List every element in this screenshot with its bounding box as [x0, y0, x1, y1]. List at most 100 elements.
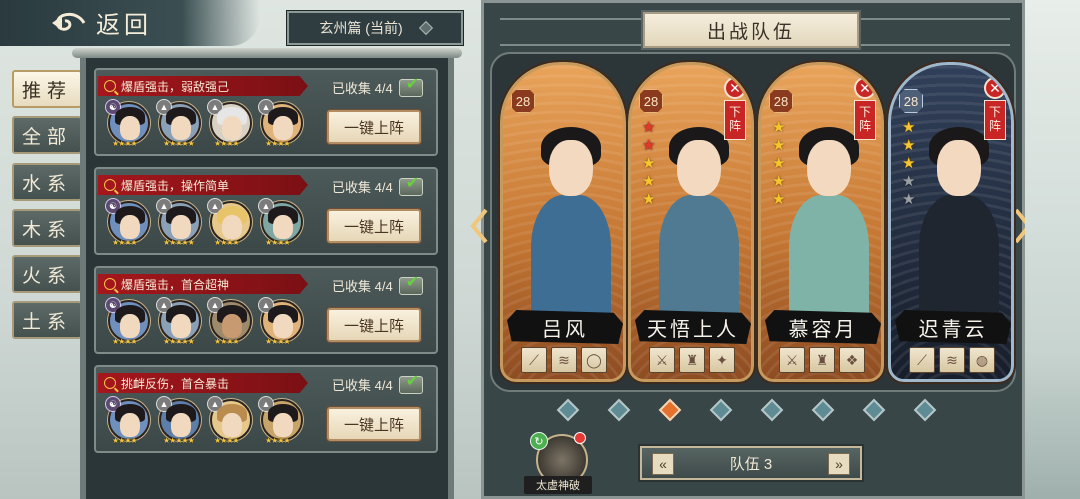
hero-card-murongyue[interactable]: 28 ★ ★ ★ ★ ★ ✕ 下阵 慕容月 ⚔ ♜ ❖ [756, 60, 886, 384]
page-dot[interactable] [607, 398, 631, 422]
hero-avatar[interactable]: ▲ ★★★★ [207, 198, 252, 247]
armor-icon[interactable]: ♜ [679, 347, 705, 373]
sword-icon[interactable]: ⚔ [779, 347, 805, 373]
hero-avatar[interactable]: ▲ ★★★★★ [156, 396, 201, 445]
remove-hero-button[interactable]: ✕ 下阵 [983, 77, 1007, 140]
star-icon: ★ [642, 119, 656, 136]
jade-icon[interactable]: ❖ [839, 347, 865, 373]
avatar-stars: ★★★★★ [163, 436, 195, 445]
remove-hero-button[interactable]: ✕ 下阵 [723, 77, 747, 140]
hero-figure [659, 195, 739, 325]
tab-fire[interactable]: 火系 [12, 255, 82, 293]
back-button[interactable]: 返回 [50, 5, 152, 40]
hero-avatar[interactable]: ☯ ★★★★ [105, 198, 150, 247]
hero-stars: ★ ★ ★ ★ ★ [642, 120, 655, 208]
deploy-team-button[interactable]: 一键上阵 [326, 406, 422, 442]
page-dot-active[interactable] [658, 398, 682, 422]
hero-figure [789, 195, 869, 325]
avatar-stars: ★★★★ [214, 337, 240, 346]
team-page-indicator [556, 398, 937, 422]
team-desc-banner: 爆盾强击，操作简单 [98, 175, 308, 195]
deploy-team-button[interactable]: 一键上阵 [326, 208, 422, 244]
hero-level: 28 [769, 89, 793, 113]
refresh-icon[interactable]: ↻ [530, 432, 548, 450]
hero-name: 迟青云 [895, 310, 1011, 344]
collect-status: 已收集 4/4 [332, 173, 423, 196]
tab-all[interactable]: 全部 [12, 116, 82, 154]
deploy-team-button[interactable]: 一键上阵 [326, 109, 422, 145]
hero-avatar[interactable]: ▲ ★★★★ [207, 396, 252, 445]
chest-check-icon [398, 371, 423, 394]
chevron-left-icon[interactable]: « [652, 453, 674, 475]
hero-card-chiqingyun[interactable]: 28 ★ ★ ★ ★ ★ ✕ 下阵 迟青云 ⟋ ≋ ◍ [886, 60, 1016, 384]
remove-label: 下阵 [854, 100, 876, 140]
team-desc: 挑衅反伤，首合暴击 [121, 376, 230, 391]
page-dot[interactable] [862, 398, 886, 422]
star-icon: ★ [642, 173, 656, 190]
star-icon: ★ [902, 119, 916, 136]
equip-row: ⚔ ♜ ❖ [779, 347, 865, 373]
avatar-row: ☯ ★★★★ ▲ ★★★★★ ▲ ★★★★ ▲ ★★★★ [105, 396, 303, 445]
tab-earth[interactable]: 土系 [12, 301, 82, 339]
prev-arrow-icon[interactable] [470, 208, 488, 244]
avatar-stars: ★★★★★ [163, 337, 195, 346]
deploy-team-button[interactable]: 一键上阵 [326, 307, 422, 343]
chest-check-icon [398, 272, 423, 295]
remove-hero-button[interactable]: ✕ 下阵 [853, 77, 877, 140]
avatar-stars: ★★★★ [112, 337, 138, 346]
bell-icon[interactable]: ◍ [969, 347, 995, 373]
avatar-stars: ★★★★ [214, 436, 240, 445]
hero-avatar[interactable]: ▲ ★★★★★ [156, 198, 201, 247]
page-dot[interactable] [811, 398, 835, 422]
ring-icon[interactable]: ◯ [581, 347, 607, 373]
page-dot[interactable] [709, 398, 733, 422]
collect-count: 已收集 4/4 [332, 180, 393, 195]
deploy-label: 一键上阵 [343, 119, 404, 137]
equip-row: ⟋ ≋ ◯ [521, 347, 607, 373]
scroll-icon[interactable]: ≋ [939, 347, 965, 373]
page-dot[interactable] [556, 398, 580, 422]
hero-avatar[interactable]: ▲ ★★★★★ [156, 297, 201, 346]
avatar-stars: ★★★★★ [163, 238, 195, 247]
tab-label: 全部 [21, 125, 72, 148]
avatar-stars: ★★★★ [112, 139, 138, 148]
star-icon: ★ [772, 137, 786, 154]
hero-avatar[interactable]: ☯ ★★★★ [105, 396, 150, 445]
collect-count: 已收集 4/4 [332, 378, 393, 393]
hero-name: 天悟上人 [635, 310, 751, 344]
avatar-stars: ★★★★ [265, 238, 291, 247]
tab-water[interactable]: 水系 [12, 163, 82, 201]
hero-card-lvfeng[interactable]: 28 吕风 ⟋ ≋ ◯ [498, 60, 628, 384]
hero-card-tianwu[interactable]: 28 ★ ★ ★ ★ ★ ✕ 下阵 天悟上人 ⚔ ♜ ✦ [626, 60, 756, 384]
tab-label: 火系 [21, 264, 72, 287]
chapter-label: 玄州篇 (当前) [319, 20, 403, 36]
armor-icon[interactable]: ♜ [809, 347, 835, 373]
hero-avatar[interactable]: ▲ ★★★★ [258, 396, 303, 445]
hero-avatar[interactable]: ▲ ★★★★ [207, 297, 252, 346]
skill-label: 太虚神破 [524, 476, 592, 494]
sword-icon[interactable]: ⚔ [649, 347, 675, 373]
tab-wood[interactable]: 木系 [12, 209, 82, 247]
hero-avatar[interactable]: ▲ ★★★★ [207, 99, 252, 148]
star-icon: ★ [642, 191, 656, 208]
page-dot[interactable] [760, 398, 784, 422]
chapter-selector[interactable]: 玄州篇 (当前) [286, 10, 464, 46]
spear-icon[interactable]: ⟋ [909, 347, 935, 373]
hero-avatar[interactable]: ▲ ★★★★ [258, 99, 303, 148]
hero-avatar[interactable]: ▲ ★★★★ [258, 198, 303, 247]
avatar-stars: ★★★★ [265, 139, 291, 148]
scroll-icon[interactable]: ≋ [551, 347, 577, 373]
avatar-stars: ★★★★ [214, 238, 240, 247]
spear-icon[interactable]: ⟋ [521, 347, 547, 373]
chevron-right-icon[interactable]: » [828, 453, 850, 475]
hero-avatar[interactable]: ☯ ★★★★ [105, 99, 150, 148]
hero-avatar[interactable]: ▲ ★★★★ [258, 297, 303, 346]
amulet-icon[interactable]: ✦ [709, 347, 735, 373]
page-dot[interactable] [913, 398, 937, 422]
star-icon: ★ [902, 173, 916, 190]
tab-recommended[interactable]: 推荐 [12, 70, 82, 108]
star-icon: ★ [902, 155, 916, 172]
search-icon [104, 377, 116, 389]
hero-avatar[interactable]: ▲ ★★★★★ [156, 99, 201, 148]
hero-avatar[interactable]: ☯ ★★★★ [105, 297, 150, 346]
